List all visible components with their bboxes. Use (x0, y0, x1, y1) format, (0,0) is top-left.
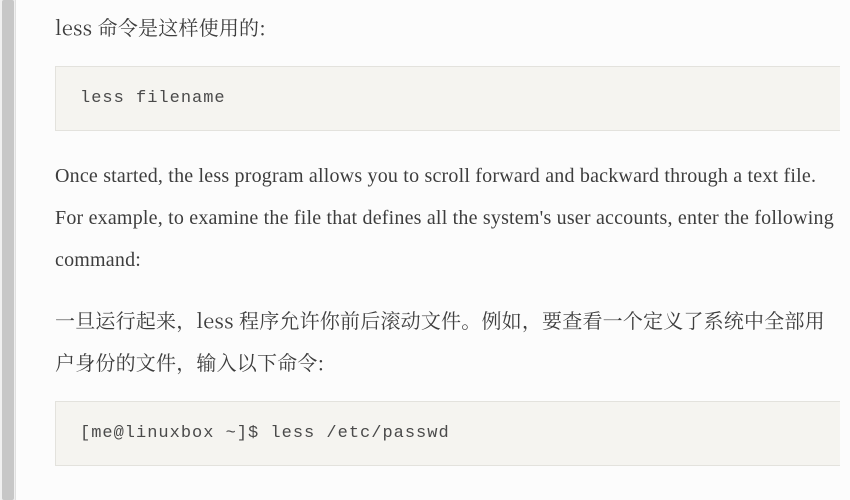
scrollbar-thumb[interactable] (2, 0, 14, 500)
code-block-2: [me@linuxbox ~]$ less /etc/passwd (55, 401, 840, 466)
document-content: less 命令是这样使用的: less filename Once starte… (0, 0, 850, 466)
scrollbar-track[interactable] (0, 0, 16, 500)
paragraph-en: Once started, the less program allows yo… (55, 155, 840, 281)
paragraph-cn: 一旦运行起来，less 程序允许你前后滚动文件。例如，要查看一个定义了系统中全部… (55, 299, 840, 383)
intro-paragraph-cn: less 命令是这样使用的: (55, 6, 840, 48)
code-block-1: less filename (55, 66, 840, 131)
